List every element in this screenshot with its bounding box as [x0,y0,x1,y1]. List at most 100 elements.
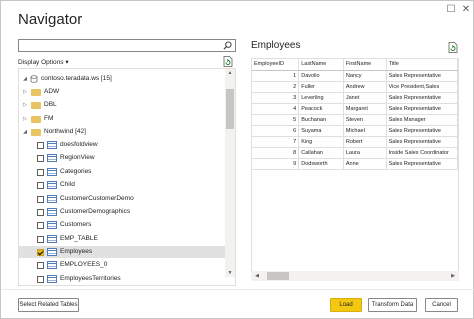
folder-icon [31,116,41,123]
checkbox[interactable] [37,222,44,229]
tree-item[interactable]: EmployeesTerritories [19,273,226,285]
table-cell: Anne [343,158,387,170]
tree-item-label: EmployeesTerritories [60,275,121,282]
table-cell: Davolio [298,70,344,82]
display-options-label: Display Options [18,59,64,66]
table-cell: 1 [252,70,300,82]
tree-item-selected[interactable]: Employees [19,246,226,258]
database-icon [30,75,38,83]
table-cell: Sales Representative [386,70,458,82]
tree-folder-dbl[interactable]: ▷ DBL [19,99,226,111]
checkbox[interactable] [37,209,44,216]
search-icon[interactable] [223,41,232,50]
checkbox-checked[interactable] [37,249,44,256]
checkbox[interactable] [37,196,44,203]
table-cell: 2 [252,81,300,93]
tree-item[interactable]: EMP_TABLE [19,233,226,245]
preview-table: EmployeeID LastName FirstName Title 1 Da… [252,59,458,170]
table-cell: Andrew [343,81,387,93]
scrollbar-thumb[interactable] [267,272,289,280]
navigator-tree-panel[interactable]: ◢ contoso.teradata.ws [15] ▷ ADW ▷ DBL ▷ [18,68,236,286]
cancel-button[interactable]: Cancel [425,298,458,312]
checkbox[interactable] [37,182,44,189]
tree-item[interactable]: CustomerDemographics [19,206,226,218]
scroll-right-icon[interactable]: ▶ [449,272,457,280]
folder-icon [31,129,41,136]
scroll-down-icon[interactable]: ▼ [225,269,235,277]
table-cell: 7 [252,136,300,148]
table-cell: 5 [252,114,300,126]
table-cell: Callahan [298,147,344,159]
refresh-preview-icon[interactable] [448,42,458,53]
tree-item-label: CustomerDemographics [60,208,131,215]
refresh-icon[interactable] [223,56,233,67]
preview-horizontal-scrollbar[interactable]: ◀ ▶ [251,271,459,281]
expand-icon[interactable]: ▷ [22,99,28,111]
checkbox[interactable] [37,142,44,149]
table-cell: 3 [252,92,300,104]
table-cell: Leverling [298,92,344,104]
tree-item[interactable]: CustomerCustomerDemo [19,193,226,205]
table-row: 3 Leverling Janet Sales Representative [252,92,458,104]
close-icon[interactable]: ✕ [460,4,472,16]
tree-item-label: Employees [60,248,93,255]
tree-root-label: contoso.teradata.ws [15] [41,75,112,82]
column-header[interactable]: EmployeeID [252,59,300,71]
tree-folder-fm[interactable]: ▷ FM [19,113,226,125]
column-header[interactable]: LastName [298,59,344,71]
table-cell: King [298,136,344,148]
table-cell: Peacock [298,103,344,115]
table-cell: Sales Representative [386,136,458,148]
checkbox[interactable] [37,169,44,176]
tree-item-label: Child [60,181,75,188]
expand-icon[interactable]: ◢ [22,73,28,85]
view-icon [47,141,57,149]
checkbox[interactable] [37,155,44,162]
tree-root-row[interactable]: ◢ contoso.teradata.ws [15] [19,73,226,85]
tree-folder-adw[interactable]: ▷ ADW [19,86,226,98]
table-row: 7 King Robert Sales Representative [252,136,458,148]
table-cell: Nancy [343,70,387,82]
tree-item[interactable]: Child [19,179,226,191]
display-options-dropdown[interactable]: Display Options ▾ [18,58,69,66]
expand-icon[interactable]: ▷ [22,113,28,125]
tree-item[interactable]: RegionView [19,152,226,164]
table-row: 6 Suyama Michael Sales Representative [252,125,458,137]
table-row: 1 Davolio Nancy Sales Representative [252,70,458,82]
search-input[interactable] [18,39,236,52]
select-related-tables-button[interactable]: Select Related Tables [18,298,79,312]
dialog-title: Navigator [18,11,83,28]
expand-icon[interactable]: ◢ [22,126,28,138]
tree-folder-label: DBL [44,101,57,108]
tree-folder-label: FM [44,115,54,122]
expand-icon[interactable]: ▷ [22,86,28,98]
table-cell: Fuller [298,81,344,93]
table-icon [47,168,57,176]
checkbox[interactable] [37,276,44,283]
maximize-icon[interactable]: ☐ [445,4,457,16]
table-cell: Robert [343,136,387,148]
scroll-left-icon[interactable]: ◀ [253,272,261,280]
scrollbar-thumb[interactable] [226,89,234,129]
column-header[interactable]: Title [386,59,458,71]
tree-vertical-scrollbar[interactable]: ▲ ▼ [225,69,235,277]
tree-item-label: doesfoldview [60,141,98,148]
table-cell: Sales Manager [386,114,458,126]
transform-data-button[interactable]: Transform Data [368,298,417,312]
tree-item[interactable]: Categories [19,166,226,178]
table-icon [47,208,57,216]
table-icon [47,221,57,229]
tree-item[interactable]: Customers [19,219,226,231]
tree-folder-northwind[interactable]: ◢ Northwind [42] [19,126,226,138]
table-row: 9 Dodsworth Anne Sales Representative [252,158,458,170]
table-cell: Dodsworth [298,158,344,170]
tree-item[interactable]: EMPLOYEES_0 [19,259,226,271]
tree-item[interactable]: doesfoldview [19,139,226,151]
tree-folder-label: Northwind [42] [44,128,86,135]
scroll-up-icon[interactable]: ▲ [225,69,235,77]
checkbox[interactable] [37,262,44,269]
table-icon [47,195,57,203]
checkbox[interactable] [37,236,44,243]
column-header[interactable]: FirstName [343,59,387,71]
load-button[interactable]: Load [330,298,362,312]
